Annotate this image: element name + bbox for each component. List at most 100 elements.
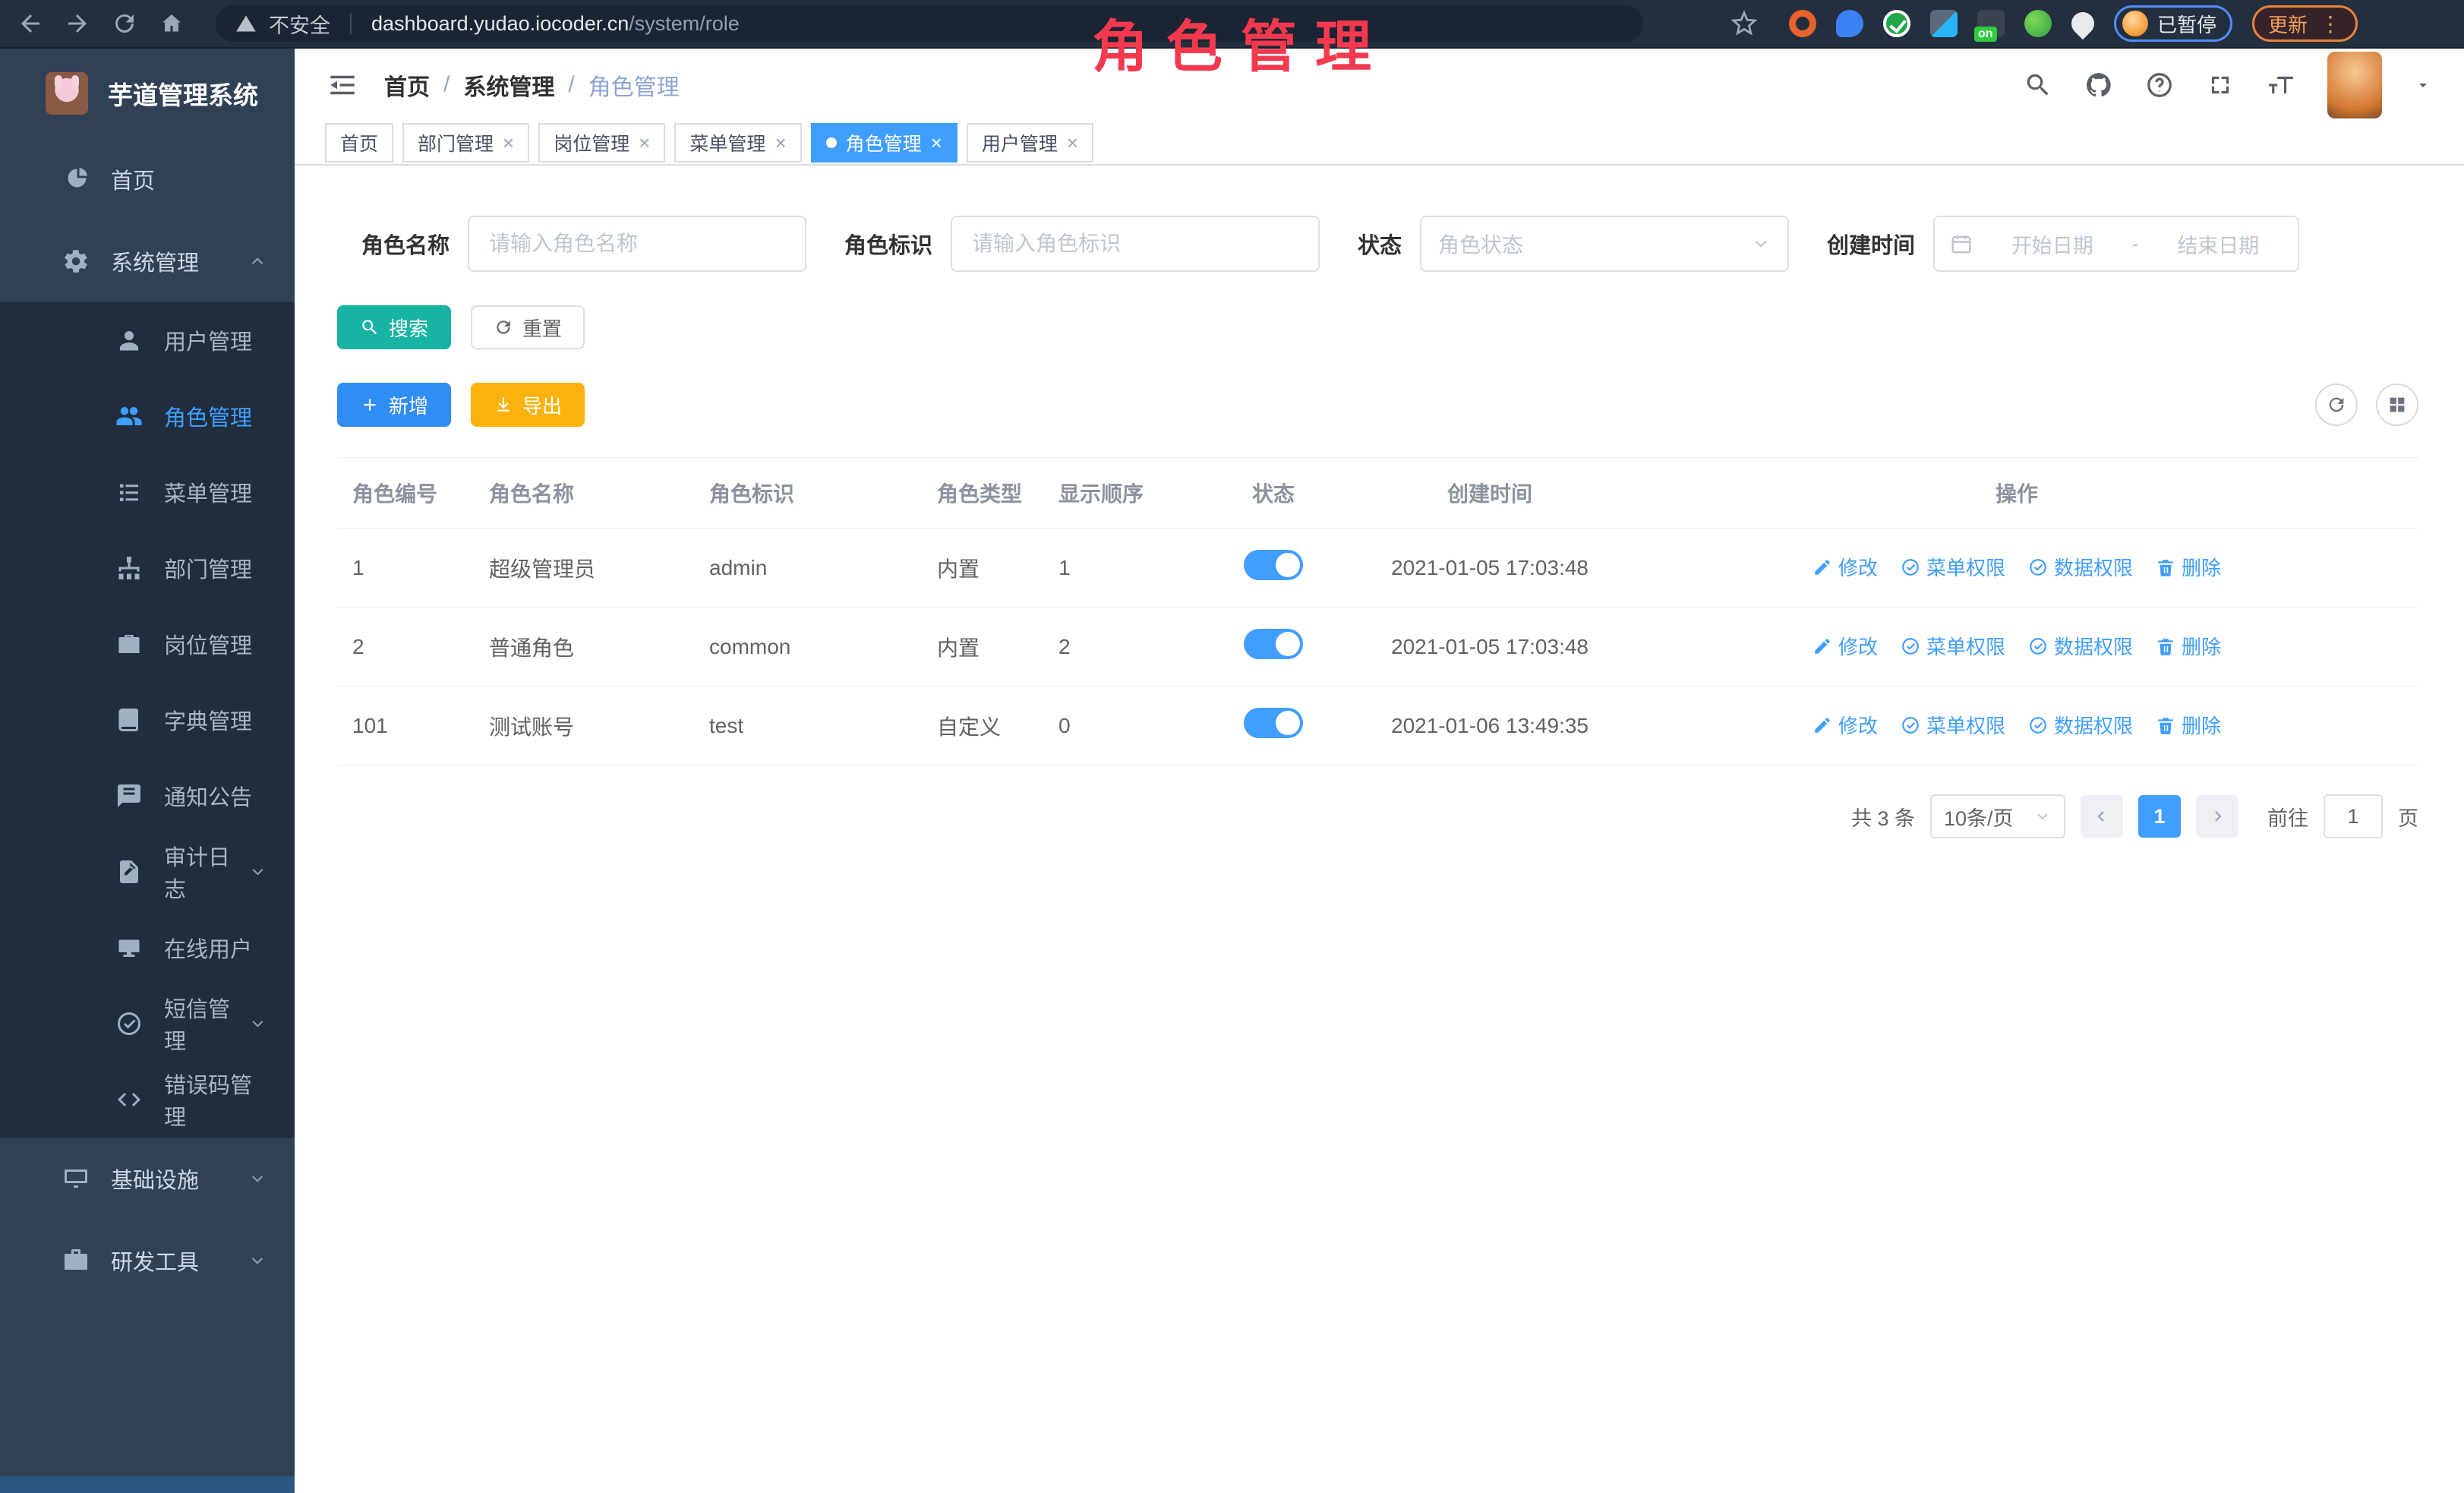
- app-logo: [46, 72, 88, 115]
- action-数据权限[interactable]: 数据权限: [2028, 711, 2133, 739]
- created-time-cell: 2021-01-05 17:03:48: [1365, 608, 1615, 687]
- sidebar-item-在线用户[interactable]: 在线用户: [0, 910, 295, 986]
- refresh-button[interactable]: [2315, 384, 2358, 426]
- breadcrumb-item-首页[interactable]: 首页: [384, 68, 430, 102]
- action-菜单权限[interactable]: 菜单权限: [1901, 711, 2005, 739]
- column-settings-button[interactable]: [2376, 384, 2418, 426]
- sidebar-item-label: 菜单管理: [164, 476, 252, 508]
- orange-ring-extension-icon[interactable]: [1789, 10, 1816, 37]
- page-size-select[interactable]: 10条/页: [1930, 794, 2065, 838]
- hamburger-icon[interactable]: [327, 69, 358, 101]
- blue-drop-extension-icon[interactable]: [1836, 10, 1863, 37]
- code-icon: [115, 1086, 143, 1113]
- breadcrumb-item-系统管理[interactable]: 系统管理: [463, 68, 554, 102]
- action-数据权限[interactable]: 数据权限: [2028, 632, 2133, 660]
- home-icon[interactable]: [158, 10, 185, 37]
- date-range-picker[interactable]: 开始日期 - 结束日期: [1933, 216, 2299, 272]
- sidebar-item-系统管理[interactable]: 系统管理: [0, 220, 295, 302]
- start-date-placeholder[interactable]: 开始日期: [1988, 229, 2117, 259]
- action-修改[interactable]: 修改: [1813, 711, 1878, 739]
- sidebar-item-label: 字典管理: [164, 704, 252, 736]
- add-button[interactable]: 新增: [337, 383, 451, 427]
- github-icon[interactable]: [2084, 71, 2113, 99]
- page-1-button[interactable]: 1: [2138, 795, 2181, 838]
- search-button-row: 搜索 重置: [337, 305, 2418, 349]
- sidebar-item-用户管理[interactable]: 用户管理: [0, 302, 295, 378]
- sidebar-item-首页[interactable]: 首页: [0, 138, 295, 220]
- action-删除[interactable]: 删除: [2156, 632, 2221, 660]
- prev-page-button[interactable]: [2081, 795, 2123, 838]
- tab-岗位管理[interactable]: 岗位管理×: [538, 123, 665, 163]
- forward-icon[interactable]: [64, 10, 91, 37]
- role-name-input[interactable]: [468, 216, 806, 272]
- user-avatar[interactable]: [2327, 52, 2382, 118]
- close-icon[interactable]: ×: [1067, 133, 1078, 153]
- tab-首页[interactable]: 首页: [325, 123, 393, 163]
- table-row: 101测试账号test自定义02021-01-06 13:49:35修改菜单权限…: [337, 687, 2418, 765]
- sidebar-item-通知公告[interactable]: 通知公告: [0, 758, 295, 834]
- caret-down-icon[interactable]: [2414, 76, 2432, 94]
- tab-菜单管理[interactable]: 菜单管理×: [674, 123, 801, 163]
- reload-icon[interactable]: [111, 10, 138, 37]
- tab-部门管理[interactable]: 部门管理×: [402, 123, 529, 163]
- status-toggle[interactable]: [1244, 550, 1303, 580]
- reset-button[interactable]: 重置: [471, 305, 585, 349]
- action-删除[interactable]: 删除: [2156, 711, 2221, 739]
- action-删除[interactable]: 删除: [2156, 553, 2221, 581]
- security-label[interactable]: 不安全: [269, 9, 330, 39]
- status-toggle[interactable]: [1244, 629, 1303, 659]
- end-date-placeholder[interactable]: 结束日期: [2154, 229, 2283, 259]
- close-icon[interactable]: ×: [639, 133, 650, 153]
- status-cell: [1182, 608, 1365, 687]
- blue-grid-extension-icon[interactable]: [1930, 10, 1958, 37]
- close-icon[interactable]: ×: [503, 133, 514, 153]
- sidebar-item-基础设施[interactable]: 基础设施: [0, 1138, 295, 1220]
- dark-switch-extension-icon[interactable]: on: [1977, 10, 2005, 37]
- chevron-down-icon: [2033, 807, 2052, 825]
- sidebar-item-label: 审计日志: [164, 840, 248, 904]
- export-button[interactable]: 导出: [471, 383, 585, 427]
- search-icon[interactable]: [2024, 71, 2052, 99]
- app-logo-row[interactable]: 芋道管理系统: [0, 49, 295, 138]
- sidebar-item-短信管理[interactable]: 短信管理: [0, 986, 295, 1062]
- sidebar-item-部门管理[interactable]: 部门管理: [0, 530, 295, 606]
- tab-用户管理[interactable]: 用户管理×: [967, 123, 1093, 163]
- goto-page-input[interactable]: [2324, 794, 2383, 838]
- sidebar-item-字典管理[interactable]: 字典管理: [0, 682, 295, 758]
- action-修改[interactable]: 修改: [1813, 553, 1878, 581]
- sidebar-item-菜单管理[interactable]: 菜单管理: [0, 454, 295, 530]
- sidebar-item-label: 短信管理: [164, 992, 248, 1056]
- pagination: 共 3 条 10条/页 1 前往 页: [337, 794, 2418, 838]
- update-chip[interactable]: 更新 ⋮: [2252, 5, 2358, 42]
- sidebar-item-审计日志[interactable]: 审计日志: [0, 834, 295, 910]
- status-toggle[interactable]: [1244, 708, 1303, 738]
- sidebar-item-岗位管理[interactable]: 岗位管理: [0, 606, 295, 682]
- address-bar[interactable]: 不安全 dashboard.yudao.iocoder.cn/system/ro…: [216, 5, 1643, 42]
- browser-menu-icon[interactable]: ⋮: [2320, 11, 2342, 36]
- table-row: 2普通角色common内置22021-01-05 17:03:48修改菜单权限数…: [337, 608, 2418, 687]
- recording-paused-chip[interactable]: 已暂停: [2114, 5, 2232, 42]
- bookmark-star-icon[interactable]: [1731, 11, 1757, 36]
- role-code-input[interactable]: [951, 216, 1320, 272]
- sidebar-item-研发工具[interactable]: 研发工具: [0, 1220, 295, 1302]
- action-数据权限[interactable]: 数据权限: [2028, 553, 2133, 581]
- close-icon[interactable]: ×: [775, 133, 786, 153]
- green-face-extension-icon[interactable]: [2024, 10, 2052, 37]
- action-修改[interactable]: 修改: [1813, 632, 1878, 660]
- sidebar-item-错误码管理[interactable]: 错误码管理: [0, 1062, 295, 1138]
- next-page-button[interactable]: [2196, 795, 2238, 838]
- close-icon[interactable]: ×: [931, 133, 942, 153]
- fullscreen-icon[interactable]: [2206, 71, 2235, 99]
- status-select[interactable]: 角色状态: [1420, 216, 1789, 272]
- search-button[interactable]: 搜索: [337, 305, 451, 349]
- action-菜单权限[interactable]: 菜单权限: [1901, 632, 2005, 660]
- sidebar-item-角色管理[interactable]: 角色管理: [0, 378, 295, 454]
- green-check-extension-icon[interactable]: [1883, 10, 1910, 37]
- back-icon[interactable]: [17, 10, 44, 37]
- help-icon[interactable]: [2145, 71, 2174, 99]
- action-菜单权限[interactable]: 菜单权限: [1901, 553, 2005, 581]
- chevron-down-icon: [1751, 234, 1771, 254]
- font-size-icon[interactable]: [2267, 71, 2295, 99]
- white-pin-extension-icon[interactable]: [2067, 8, 2099, 39]
- tab-角色管理[interactable]: 角色管理×: [811, 123, 958, 163]
